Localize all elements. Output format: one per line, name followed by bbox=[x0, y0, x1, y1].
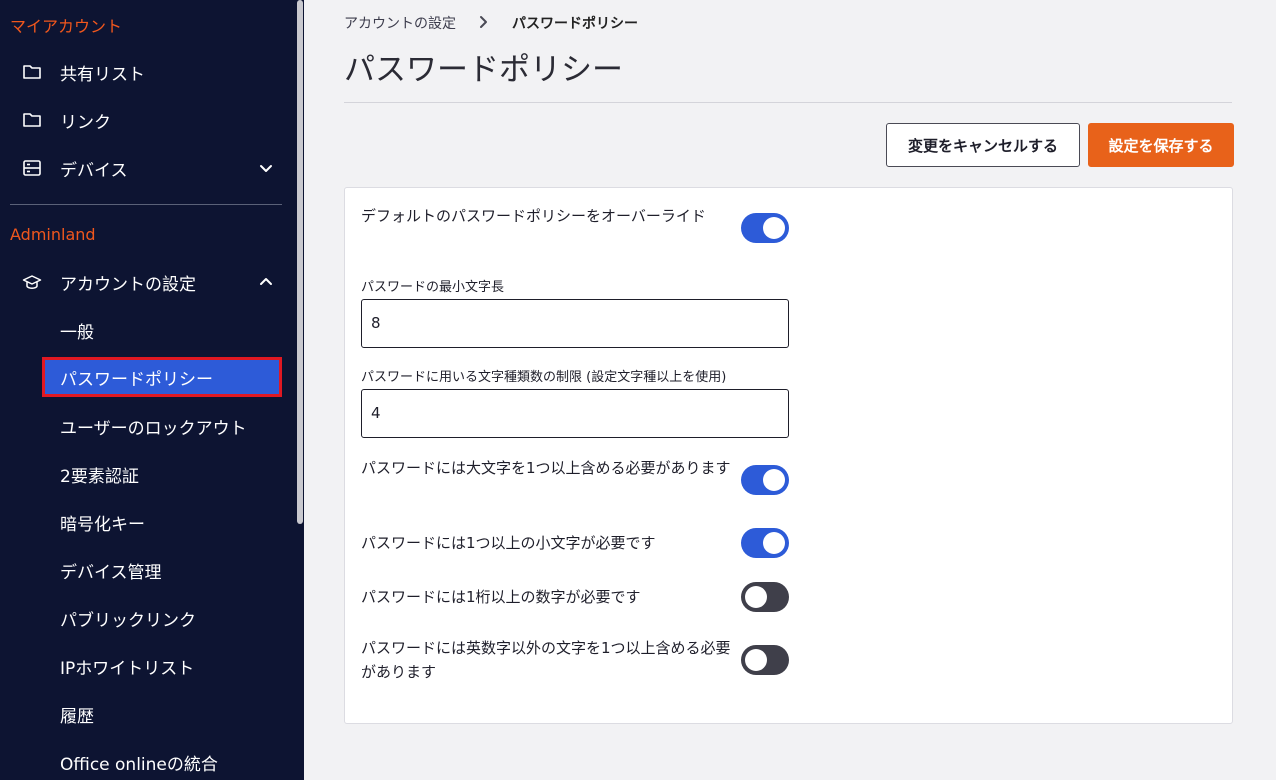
sidebar-subitem-label: 一般 bbox=[60, 322, 94, 343]
sidebar-subitem-label: 履歴 bbox=[60, 706, 94, 727]
sidebar-subitem-general[interactable]: 一般 bbox=[42, 310, 282, 350]
sidebar-subitem-label: デバイス管理 bbox=[60, 562, 162, 583]
sidebar-subitem-encryption-keys[interactable]: 暗号化キー bbox=[42, 502, 282, 542]
sidebar-subitem-label: IPホワイトリスト bbox=[60, 658, 195, 679]
lowercase-label: パスワードには1つ以上の小文字が必要です bbox=[361, 534, 656, 552]
lowercase-toggle[interactable] bbox=[741, 528, 789, 558]
page-title: パスワードポリシー bbox=[344, 52, 623, 88]
toggle-knob bbox=[745, 586, 767, 608]
special-char-toggle[interactable] bbox=[741, 645, 789, 675]
chevron-up-icon[interactable] bbox=[258, 274, 274, 290]
adminland-section-title: Adminland bbox=[10, 225, 96, 244]
server-icon bbox=[23, 160, 41, 176]
sidebar-subitem-label: Office onlineの統合 bbox=[60, 754, 218, 775]
sidebar-subitem-label: 暗号化キー bbox=[60, 514, 145, 535]
sidebar-item-label: リンク bbox=[60, 112, 111, 133]
sidebar-item-label: アカウントの設定 bbox=[60, 274, 196, 295]
sidebar-subitem-public-links[interactable]: パブリックリンク bbox=[42, 598, 282, 638]
sidebar-subitem-ip-whitelist[interactable]: IPホワイトリスト bbox=[42, 646, 282, 686]
digit-label: パスワードには1桁以上の数字が必要です bbox=[361, 588, 641, 606]
folder-icon bbox=[23, 65, 41, 79]
uppercase-label: パスワードには大文字を1つ以上含める必要があります bbox=[361, 459, 731, 477]
save-settings-button[interactable]: 設定を保存する bbox=[1088, 123, 1234, 167]
sidebar-item-shared-lists[interactable]: 共有リスト bbox=[0, 52, 296, 92]
sidebar-item-label: デバイス bbox=[60, 160, 128, 181]
min-length-input[interactable]: 8 bbox=[361, 299, 789, 348]
toggle-knob bbox=[763, 469, 785, 491]
special-char-label: パスワードには英数字以外の文字を1つ以上含める必要があります bbox=[361, 639, 731, 681]
sidebar-scrollbar-thumb[interactable] bbox=[297, 0, 303, 524]
uppercase-toggle[interactable] bbox=[741, 465, 789, 495]
graduation-cap-icon bbox=[22, 275, 42, 289]
sidebar-subitem-2fa[interactable]: 2要素認証 bbox=[42, 454, 282, 494]
sidebar-subitem-device-management[interactable]: デバイス管理 bbox=[42, 550, 282, 590]
breadcrumb-parent[interactable]: アカウントの設定 bbox=[344, 13, 456, 33]
sidebar-subitem-user-lockout[interactable]: ユーザーのロックアウト bbox=[42, 406, 282, 446]
sidebar-subitem-label: パブリックリンク bbox=[60, 610, 196, 631]
char-types-label: パスワードに用いる文字種類数の制限 (設定文字種以上を使用) bbox=[361, 370, 727, 385]
cancel-changes-button[interactable]: 変更をキャンセルする bbox=[886, 123, 1080, 167]
toggle-knob bbox=[745, 649, 767, 671]
sidebar-item-devices[interactable]: デバイス bbox=[0, 148, 296, 188]
my-account-section-title: マイアカウント bbox=[10, 17, 123, 36]
sidebar-item-label: 共有リスト bbox=[60, 64, 145, 85]
sidebar-subitem-label: パスワードポリシー bbox=[60, 369, 213, 390]
sidebar: マイアカウント 共有リスト リンク デバイス Adminland アカウントの設… bbox=[0, 0, 296, 780]
override-toggle[interactable] bbox=[741, 213, 789, 243]
sidebar-item-links[interactable]: リンク bbox=[0, 100, 296, 140]
title-divider bbox=[344, 102, 1232, 103]
toggle-knob bbox=[763, 217, 785, 239]
sidebar-item-account-settings[interactable]: アカウントの設定 bbox=[0, 262, 296, 302]
sidebar-subitem-label: 2要素認証 bbox=[60, 466, 139, 487]
sidebar-subitem-office-online[interactable]: Office onlineの統合 bbox=[42, 742, 282, 780]
toggle-knob bbox=[763, 532, 785, 554]
folder-icon bbox=[23, 113, 41, 127]
chevron-right-icon bbox=[480, 16, 487, 28]
char-types-input[interactable]: 4 bbox=[361, 389, 789, 438]
digit-toggle[interactable] bbox=[741, 582, 789, 612]
breadcrumb-current: パスワードポリシー bbox=[512, 16, 638, 32]
chevron-down-icon[interactable] bbox=[258, 160, 274, 176]
sidebar-subitem-password-policy[interactable]: パスワードポリシー bbox=[42, 357, 282, 397]
override-label: デフォルトのパスワードポリシーをオーバーライド bbox=[361, 207, 706, 225]
min-length-label: パスワードの最小文字長 bbox=[361, 280, 505, 295]
sidebar-subitem-label: ユーザーのロックアウト bbox=[60, 418, 247, 439]
sidebar-divider bbox=[10, 204, 282, 205]
sidebar-subitem-history[interactable]: 履歴 bbox=[42, 694, 282, 734]
